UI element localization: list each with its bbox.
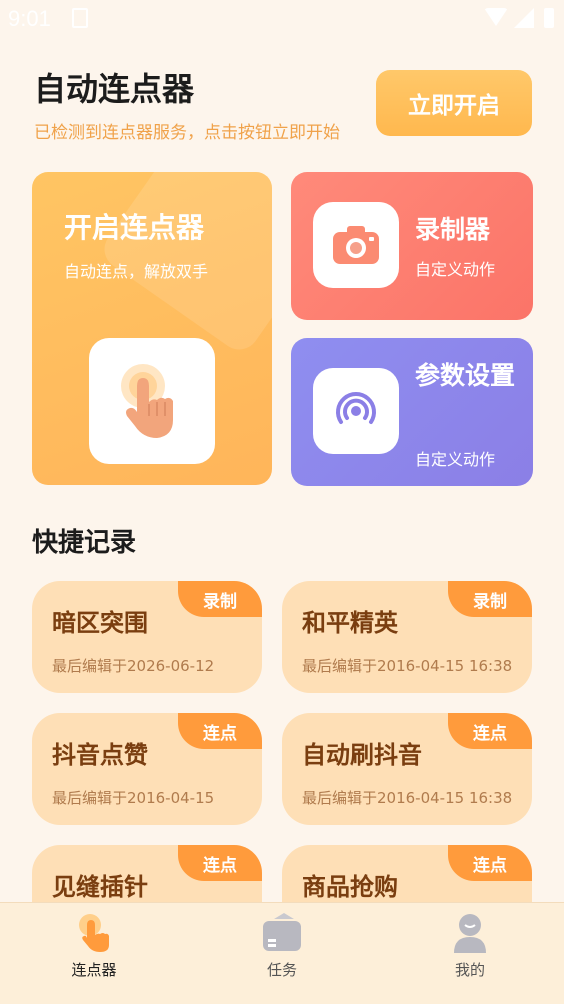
record-tag: 连点 xyxy=(178,713,262,749)
settings-subtitle: 自定义动作 xyxy=(415,450,496,469)
task-folder-icon xyxy=(263,913,301,951)
record-name: 商品抢购 xyxy=(302,873,398,901)
signal-icon-box xyxy=(313,368,399,454)
settings-title: 参数设置 xyxy=(415,361,516,390)
signal-icon xyxy=(336,392,376,424)
nav-tab-task[interactable]: 任务 xyxy=(232,913,332,980)
nav-label: 连点器 xyxy=(71,961,117,979)
status-bar: 9:01 xyxy=(0,0,564,38)
user-icon xyxy=(454,914,486,953)
record-date: 最后编辑于2016-04-15 16:38 xyxy=(302,789,513,807)
record-name: 自动刷抖音 xyxy=(302,741,422,769)
page-title: 自动连点器 xyxy=(34,70,195,108)
battery-icon xyxy=(544,8,554,28)
record-tag: 连点 xyxy=(448,713,532,749)
hand-tap-icon-box xyxy=(89,338,215,464)
record-name: 抖音点赞 xyxy=(52,741,148,769)
wifi-icon xyxy=(484,8,508,26)
start-clicker-title: 开启连点器 xyxy=(64,211,205,244)
camera-icon-box xyxy=(313,202,399,288)
record-name: 和平精英 xyxy=(302,609,398,637)
record-name: 见缝插针 xyxy=(52,873,148,901)
page-subtitle: 已检测到连点器服务，点击按钮立即开始 xyxy=(34,123,340,143)
record-tag: 录制 xyxy=(448,581,532,617)
quick-record-item[interactable]: 抖音点赞 最后编辑于2016-04-15 连点 xyxy=(32,713,262,825)
quick-records-title: 快捷记录 xyxy=(32,528,137,558)
signal-strength-icon xyxy=(514,8,534,28)
record-date: 最后编辑于2016-04-15 xyxy=(52,789,215,807)
record-date: 最后编辑于2016-04-15 16:38 xyxy=(302,657,513,675)
nav-tab-clicker[interactable]: 连点器 xyxy=(44,913,144,980)
hand-tap-icon xyxy=(79,914,109,952)
status-time: 9:01 xyxy=(8,6,51,31)
nav-label: 任务 xyxy=(266,961,297,979)
nav-tab-mine[interactable]: 我的 xyxy=(420,913,520,980)
hand-tap-icon xyxy=(121,364,173,438)
record-tag: 连点 xyxy=(448,845,532,881)
start-clicker-subtitle: 自动连点，解放双手 xyxy=(64,262,209,281)
recorder-subtitle: 自定义动作 xyxy=(415,260,496,279)
parameter-settings-card[interactable]: 参数设置 自定义动作 xyxy=(291,338,533,486)
camera-icon xyxy=(333,226,379,264)
quick-record-item[interactable]: 暗区突围 最后编辑于2026-06-12 录制 xyxy=(32,581,262,693)
record-tag: 录制 xyxy=(178,581,262,617)
bottom-navigation: 连点器 任务 我的 xyxy=(0,902,564,1004)
start-clicker-card[interactable]: 开启连点器 自动连点，解放双手 xyxy=(32,172,272,485)
start-now-button[interactable]: 立即开启 xyxy=(376,70,532,136)
recorder-title: 录制器 xyxy=(415,215,491,244)
record-tag: 连点 xyxy=(178,845,262,881)
quick-record-item[interactable]: 和平精英 最后编辑于2016-04-15 16:38 录制 xyxy=(282,581,532,693)
nav-label: 我的 xyxy=(454,961,485,979)
notification-icon xyxy=(72,8,88,28)
record-name: 暗区突围 xyxy=(52,609,148,637)
quick-record-item[interactable]: 自动刷抖音 最后编辑于2016-04-15 16:38 连点 xyxy=(282,713,532,825)
recorder-card[interactable]: 录制器 自定义动作 xyxy=(291,172,533,320)
record-date: 最后编辑于2026-06-12 xyxy=(52,657,215,675)
